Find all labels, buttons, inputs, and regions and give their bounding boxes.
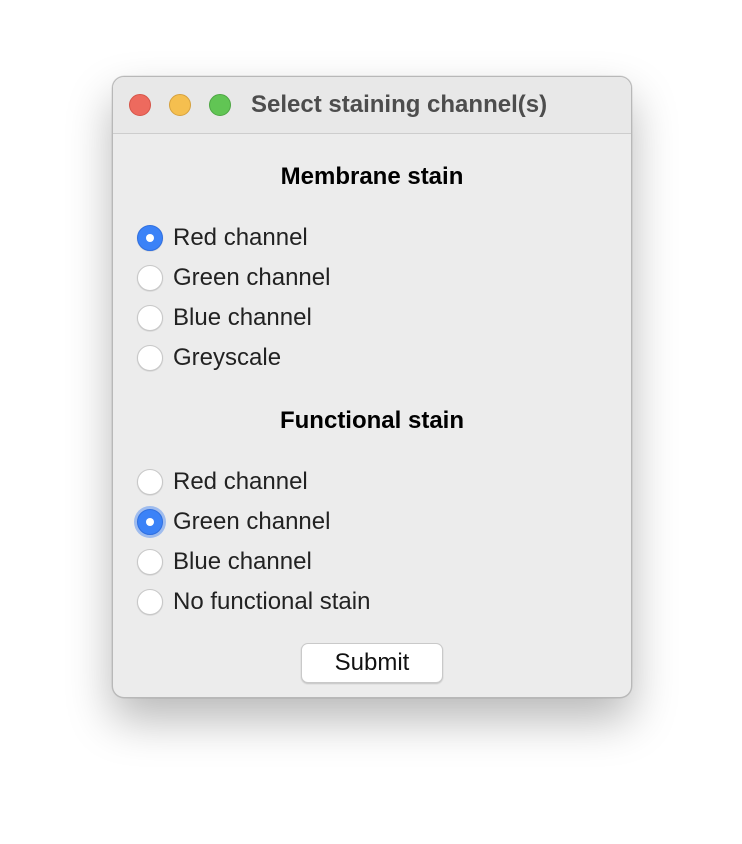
radio-label: Greyscale — [173, 344, 282, 371]
membrane-option-greyscale[interactable]: Greyscale — [137, 342, 281, 374]
radio-label: Blue channel — [173, 548, 312, 575]
radio-label: Red channel — [173, 468, 308, 495]
submit-button[interactable]: Submit — [301, 643, 443, 683]
close-window-button[interactable] — [129, 94, 151, 116]
maximize-window-button[interactable] — [209, 94, 231, 116]
radio-label: No functional stain — [173, 588, 371, 615]
membrane-option-green[interactable]: Green channel — [137, 262, 330, 294]
functional-green-radio[interactable] — [137, 509, 163, 535]
membrane-green-radio[interactable] — [137, 265, 163, 291]
radio-label: Red channel — [173, 224, 308, 251]
membrane-greyscale-radio[interactable] — [137, 345, 163, 371]
radio-label: Green channel — [173, 264, 331, 291]
radio-label: Green channel — [173, 508, 331, 535]
membrane-red-radio[interactable] — [137, 225, 163, 251]
membrane-option-red[interactable]: Red channel — [137, 222, 308, 254]
dialog-window: Select staining channel(s) Membrane stai… — [112, 76, 632, 698]
functional-blue-radio[interactable] — [137, 549, 163, 575]
functional-option-none[interactable]: No functional stain — [137, 586, 370, 618]
membrane-blue-radio[interactable] — [137, 305, 163, 331]
functional-option-red[interactable]: Red channel — [137, 466, 308, 498]
membrane-stain-heading: Membrane stain — [280, 163, 464, 190]
radio-label: Blue channel — [173, 304, 312, 331]
functional-option-green[interactable]: Green channel — [137, 506, 330, 538]
functional-option-blue[interactable]: Blue channel — [137, 546, 312, 578]
window-title: Select staining channel(s) — [251, 91, 548, 118]
minimize-window-button[interactable] — [169, 94, 191, 116]
functional-none-radio[interactable] — [137, 589, 163, 615]
functional-red-radio[interactable] — [137, 469, 163, 495]
functional-stain-heading: Functional stain — [279, 407, 464, 434]
membrane-option-blue[interactable]: Blue channel — [137, 302, 312, 334]
title-bar[interactable]: Select staining channel(s) — [113, 77, 631, 134]
